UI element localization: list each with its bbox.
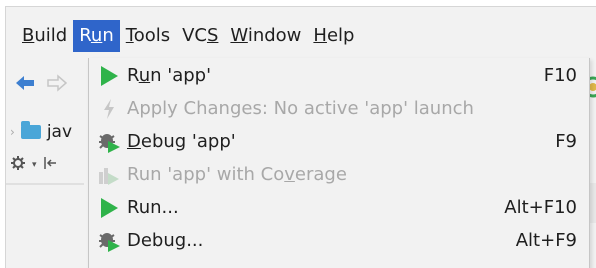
shortcut-label: Alt+F10 bbox=[504, 197, 577, 218]
forward-arrow-icon[interactable] bbox=[46, 73, 68, 97]
debug-icon bbox=[97, 130, 121, 154]
shortcut-label: Alt+F9 bbox=[515, 230, 577, 251]
shortcut-label: F9 bbox=[555, 131, 577, 152]
main-toolbar bbox=[6, 65, 94, 105]
gear-icon[interactable] bbox=[10, 155, 26, 175]
project-folder-label: jav bbox=[46, 122, 73, 142]
project-breadcrumb[interactable]: › jav bbox=[6, 117, 88, 147]
menu-run[interactable]: Run bbox=[73, 20, 120, 52]
panel-toolbar: ▾ bbox=[6, 153, 88, 177]
coverage-icon bbox=[97, 163, 121, 187]
shortcut-label: F10 bbox=[543, 65, 577, 86]
menu-vcs[interactable]: VCS bbox=[176, 20, 224, 52]
debug-config-menu-item[interactable]: Debug... Alt+F9 bbox=[89, 224, 589, 257]
run-menu-dropdown: Run 'app' F10 Apply Changes: No active '… bbox=[88, 58, 590, 268]
chevron-down-icon[interactable]: ▾ bbox=[32, 160, 37, 170]
debug-icon bbox=[97, 229, 121, 253]
ide-window: Build Run Tools VCS Window Help › jav ▾ bbox=[5, 6, 596, 268]
run-app-menu-item[interactable]: Run 'app' F10 bbox=[89, 59, 589, 92]
menu-tools[interactable]: Tools bbox=[120, 20, 176, 52]
debug-app-menu-item[interactable]: Debug 'app' F9 bbox=[89, 125, 589, 158]
run-icon bbox=[97, 64, 121, 88]
menu-help[interactable]: Help bbox=[307, 20, 360, 52]
run-icon bbox=[97, 196, 121, 220]
menu-bar: Build Run Tools VCS Window Help bbox=[6, 20, 596, 52]
run-with-coverage-menu-item: Run 'app' with Coverage bbox=[89, 158, 589, 191]
collapse-icon[interactable] bbox=[43, 156, 57, 174]
panel-divider bbox=[6, 183, 84, 185]
back-arrow-icon[interactable] bbox=[14, 73, 36, 97]
chevron-right-icon: › bbox=[10, 125, 15, 139]
run-config-menu-item[interactable]: Run... Alt+F10 bbox=[89, 191, 589, 224]
apply-changes-icon bbox=[97, 97, 121, 121]
apply-changes-menu-item: Apply Changes: No active 'app' launch bbox=[89, 92, 589, 125]
folder-icon bbox=[20, 121, 41, 139]
menu-build[interactable]: Build bbox=[16, 20, 73, 52]
menu-window[interactable]: Window bbox=[224, 20, 307, 52]
